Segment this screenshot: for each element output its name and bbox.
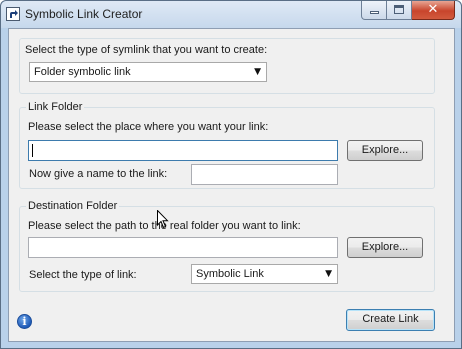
link-folder-title: Link Folder [26,101,85,113]
title-bar[interactable]: Symbolic Link Creator ✕ [1,1,461,28]
link-type-dropdown[interactable]: Symbolic Link ▼ [191,264,338,284]
symlink-type-group: Select the type of symlink that you want… [19,38,435,94]
link-explore-button[interactable]: Explore... [347,140,423,161]
link-name-input[interactable] [191,164,338,185]
shortcut-arrow-icon [6,7,20,21]
link-type-prompt: Select the type of link: [29,269,137,281]
dialog-body: Select the type of symlink that you want… [8,28,455,342]
close-icon: ✕ [427,2,439,17]
symlink-type-prompt: Select the type of symlink that you want… [25,44,268,56]
destination-folder-group: Destination Folder Please select the pat… [19,200,435,292]
destination-explore-button[interactable]: Explore... [347,237,423,258]
app-window: Symbolic Link Creator ✕ Select the type … [0,0,462,349]
symlink-type-value: Folder symbolic link [34,66,131,78]
destination-path-input[interactable] [28,237,338,258]
window-title: Symbolic Link Creator [25,7,143,21]
info-icon[interactable]: i [17,314,32,329]
chevron-down-icon: ▼ [325,269,332,279]
create-link-button[interactable]: Create Link [346,309,435,331]
caption-buttons: ✕ [361,1,455,20]
minimize-button[interactable] [361,1,387,20]
link-place-prompt: Please select the place where you want y… [28,121,269,133]
maximize-icon [394,5,404,14]
minimize-icon [370,11,379,14]
chevron-down-icon: ▼ [254,67,261,77]
link-name-prompt: Now give a name to the link: [29,168,168,180]
destination-folder-title: Destination Folder [26,200,120,212]
link-type-value: Symbolic Link [196,268,264,280]
link-folder-group: Link Folder Please select the place wher… [19,101,435,189]
text-caret [32,144,33,157]
symlink-type-dropdown[interactable]: Folder symbolic link ▼ [29,62,267,82]
close-button[interactable]: ✕ [412,1,455,20]
mouse-pointer-icon [157,210,169,229]
link-place-input[interactable] [28,140,338,161]
maximize-button[interactable] [387,1,412,20]
